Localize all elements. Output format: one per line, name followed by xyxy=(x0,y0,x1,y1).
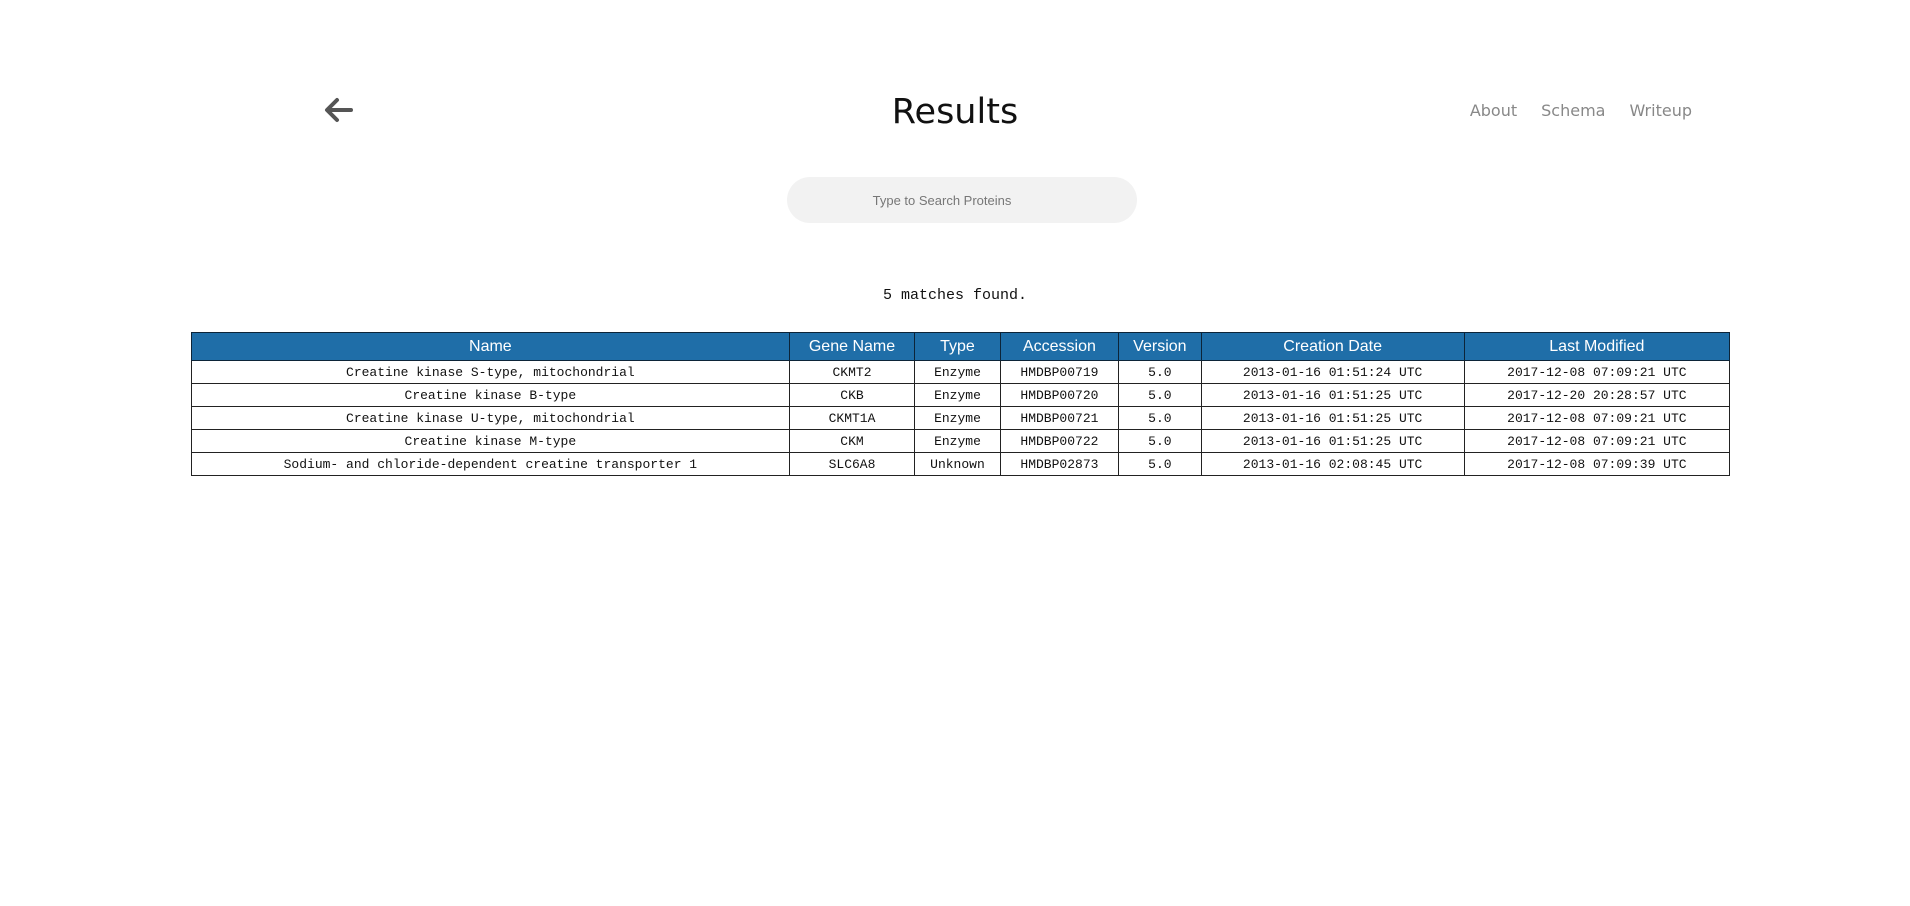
cell-accession: HMDBP00720 xyxy=(999,383,1120,407)
cell-gene-name: CKMT2 xyxy=(788,360,916,384)
column-header-gene-name[interactable]: Gene Name xyxy=(788,332,916,361)
cell-creation-date: 2013-01-16 02:08:45 UTC xyxy=(1200,452,1465,476)
cell-version: 5.0 xyxy=(1118,429,1202,453)
cell-name: Sodium- and chloride-dependent creatine … xyxy=(191,452,790,476)
cell-name: Creatine kinase B-type xyxy=(191,383,790,407)
cell-type: Unknown xyxy=(914,452,1001,476)
table-row[interactable]: Creatine kinase S-type, mitochondrial CK… xyxy=(191,360,1731,384)
cell-last-modified: 2017-12-08 07:09:39 UTC xyxy=(1463,452,1731,476)
column-header-creation-date[interactable]: Creation Date xyxy=(1200,332,1465,361)
cell-name: Creatine kinase U-type, mitochondrial xyxy=(191,406,790,430)
search-input[interactable] xyxy=(787,177,1137,223)
cell-type: Enzyme xyxy=(914,360,1001,384)
cell-gene-name: CKB xyxy=(788,383,916,407)
match-count: 5 matches found. xyxy=(882,287,1028,304)
cell-gene-name: CKM xyxy=(788,429,916,453)
nav-link-writeup[interactable]: Writeup xyxy=(1629,101,1692,120)
table-row[interactable]: Creatine kinase M-type CKM Enzyme HMDBP0… xyxy=(191,429,1731,453)
cell-gene-name: SLC6A8 xyxy=(788,452,916,476)
cell-creation-date: 2013-01-16 01:51:24 UTC xyxy=(1200,360,1465,384)
back-button[interactable] xyxy=(321,92,357,128)
cell-last-modified: 2017-12-08 07:09:21 UTC xyxy=(1463,360,1731,384)
top-nav: About Schema Writeup xyxy=(1470,101,1692,120)
cell-creation-date: 2013-01-16 01:51:25 UTC xyxy=(1200,406,1465,430)
cell-version: 5.0 xyxy=(1118,360,1202,384)
cell-type: Enzyme xyxy=(914,429,1001,453)
cell-accession: HMDBP00721 xyxy=(999,406,1120,430)
cell-type: Enzyme xyxy=(914,383,1001,407)
cell-last-modified: 2017-12-08 07:09:21 UTC xyxy=(1463,406,1731,430)
results-table: Name Gene Name Type Accession Version Cr… xyxy=(191,332,1731,476)
cell-creation-date: 2013-01-16 01:51:25 UTC xyxy=(1200,429,1465,453)
cell-version: 5.0 xyxy=(1118,406,1202,430)
cell-accession: HMDBP00719 xyxy=(999,360,1120,384)
page-header: Results About Schema Writeup xyxy=(0,0,1910,160)
column-header-accession[interactable]: Accession xyxy=(999,332,1120,361)
column-header-name[interactable]: Name xyxy=(191,332,790,361)
cell-last-modified: 2017-12-08 07:09:21 UTC xyxy=(1463,429,1731,453)
table-row[interactable]: Creatine kinase B-type CKB Enzyme HMDBP0… xyxy=(191,383,1731,407)
table-header-row: Name Gene Name Type Accession Version Cr… xyxy=(191,332,1731,361)
nav-link-about[interactable]: About xyxy=(1470,101,1517,120)
search-box xyxy=(787,177,1137,223)
arrow-left-icon xyxy=(325,98,353,122)
column-header-type[interactable]: Type xyxy=(914,332,1001,361)
column-header-version[interactable]: Version xyxy=(1118,332,1202,361)
cell-creation-date: 2013-01-16 01:51:25 UTC xyxy=(1200,383,1465,407)
cell-version: 5.0 xyxy=(1118,452,1202,476)
cell-accession: HMDBP00722 xyxy=(999,429,1120,453)
cell-last-modified: 2017-12-20 20:28:57 UTC xyxy=(1463,383,1731,407)
cell-gene-name: CKMT1A xyxy=(788,406,916,430)
table-row[interactable]: Sodium- and chloride-dependent creatine … xyxy=(191,452,1731,476)
table-row[interactable]: Creatine kinase U-type, mitochondrial CK… xyxy=(191,406,1731,430)
cell-name: Creatine kinase M-type xyxy=(191,429,790,453)
cell-version: 5.0 xyxy=(1118,383,1202,407)
cell-accession: HMDBP02873 xyxy=(999,452,1120,476)
column-header-last-modified[interactable]: Last Modified xyxy=(1463,332,1731,361)
cell-name: Creatine kinase S-type, mitochondrial xyxy=(191,360,790,384)
nav-link-schema[interactable]: Schema xyxy=(1541,101,1605,120)
cell-type: Enzyme xyxy=(914,406,1001,430)
